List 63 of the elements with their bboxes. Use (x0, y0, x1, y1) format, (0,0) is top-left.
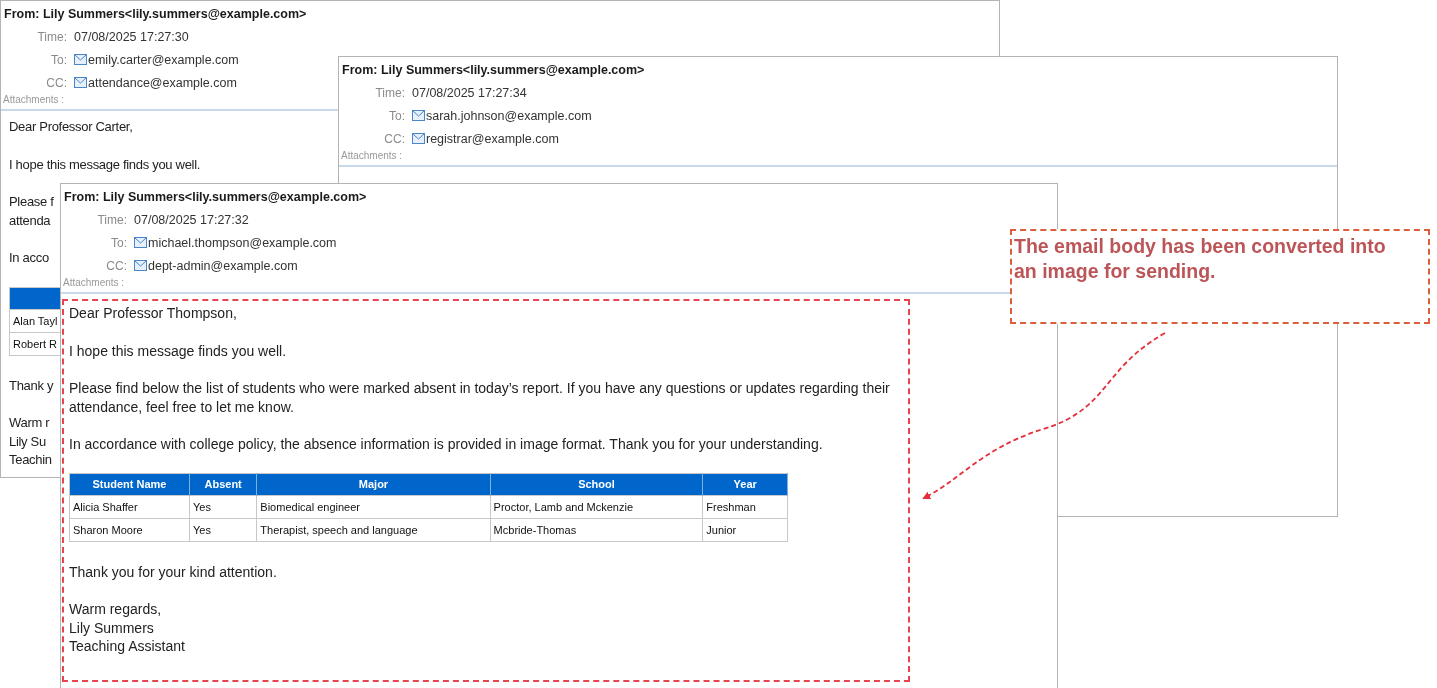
attachments-label: Attachments : (62, 277, 126, 288)
field-label: Time: (97, 212, 127, 227)
table-cell: Biomedical engineer (256, 495, 491, 518)
field-label: To: (111, 235, 127, 250)
envelope-icon (134, 260, 147, 271)
field-label: CC: (46, 75, 67, 90)
envelope-icon (74, 77, 87, 88)
body-text: attendance, feel free to let me know. (69, 397, 294, 416)
address-chip[interactable]: attendance@example.com (74, 75, 237, 90)
sender-line: From: Lily Summers<lily.summers@example.com> (3, 6, 308, 23)
table-cell: Alicia Shaffer (69, 495, 190, 518)
body-text: Teaching Assistant (69, 637, 185, 656)
time-value: 07/08/2025 17:27:30 (74, 29, 189, 44)
attachments-label: Attachments : (340, 150, 404, 161)
table-cell: Sharon Moore (69, 518, 190, 541)
column-header: Student Name (69, 473, 190, 495)
table-cell: Mcbride-Thomas (490, 518, 703, 541)
column-header: Year (702, 473, 788, 495)
time-value: 07/08/2025 17:27:34 (412, 85, 527, 100)
address-chip[interactable]: sarah.johnson@example.com (412, 108, 592, 123)
body-text: In accordance with college policy, the absence information is provided in image format. Thank you for your understanding. (69, 435, 823, 454)
body-text: attenda (9, 211, 51, 230)
body-text: Please f (9, 193, 54, 211)
body-text: Teachin (9, 451, 52, 469)
envelope-icon (412, 133, 425, 144)
body-text: Warm r (9, 414, 50, 432)
envelope-icon (134, 237, 147, 248)
time-value: 07/08/2025 17:27:32 (134, 212, 249, 227)
address-chip[interactable]: registrar@example.com (412, 131, 559, 146)
table-cell: Proctor, Lamb and Mckenzie (490, 495, 703, 518)
address-chip[interactable]: emily.carter@example.com (74, 52, 239, 67)
table-cell: Yes (189, 518, 257, 541)
table-cell: Therapist, speech and language (256, 518, 491, 541)
body-text: Dear Professor Carter, (9, 118, 133, 136)
body-text: Please find below the list of students who were marked absent in today’s report. If you have any questions or updates regarding their (69, 379, 890, 398)
field-label: Time: (375, 85, 405, 100)
callout-text: The email body has been converted into (1014, 234, 1386, 259)
field-label: To: (389, 108, 405, 123)
table-cell: Yes (189, 495, 257, 518)
callout-text: an image for sending. (1014, 259, 1216, 284)
envelope-icon (74, 54, 87, 65)
attachments-label: Attachments : (2, 94, 66, 105)
address-chip[interactable]: michael.thompson@example.com (134, 235, 337, 250)
table-cell: Freshman (702, 495, 788, 518)
body-text: I hope this message finds you well. (9, 155, 201, 174)
column-header: School (490, 473, 703, 495)
column-header: Major (256, 473, 491, 495)
body-text: Lily Su (9, 432, 46, 451)
field-label: CC: (384, 131, 405, 146)
field-label: Time: (37, 29, 67, 44)
sender-line: From: Lily Summers<lily.summers@example.com> (63, 189, 368, 206)
body-text: Thank you for your kind attention. (69, 562, 277, 581)
body-text: Thank y (9, 376, 54, 395)
envelope-icon (412, 110, 425, 121)
field-label: To: (51, 52, 67, 67)
address-chip[interactable]: dept-admin@example.com (134, 258, 298, 273)
column-header: Absent (189, 473, 257, 495)
table-cell: Junior (702, 518, 788, 541)
field-label: CC: (106, 258, 127, 273)
sender-line: From: Lily Summers<lily.summers@example.com> (341, 62, 646, 79)
body-text: Lily Summers (69, 618, 154, 637)
body-text: Warm regards, (69, 600, 162, 619)
body-text: In acco (9, 249, 49, 267)
